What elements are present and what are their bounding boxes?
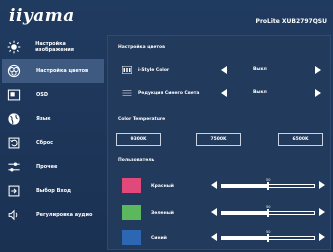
color-temp-title: Color Temperature xyxy=(118,117,166,122)
blue-label: Синий xyxy=(151,236,167,241)
i-style-row[interactable]: i-Style Color Выкл xyxy=(108,65,332,79)
green-slider[interactable]: 50 xyxy=(221,205,315,217)
sidebar-item-language[interactable]: Язык xyxy=(2,107,104,131)
green-value: 50 xyxy=(266,205,271,209)
sidebar-item-audio[interactable]: Регулировка аудио xyxy=(2,203,104,227)
blue-light-label: Редукция Синего Света xyxy=(138,91,200,96)
blue-light-row[interactable]: Редукция Синего Света Выкл xyxy=(108,88,332,102)
blue-slider-empty xyxy=(268,237,314,239)
blue-slider-fill xyxy=(222,237,268,239)
blue-light-prev-arrow[interactable] xyxy=(221,89,227,97)
i-style-label: i-Style Color xyxy=(138,68,170,73)
red-increase-arrow[interactable] xyxy=(319,181,325,189)
sidebar-item-label: Сброс xyxy=(36,140,54,146)
sidebar-item-label: Регулировка аудио xyxy=(36,212,93,218)
blue-slider[interactable]: 50 xyxy=(221,230,315,242)
green-decrease-arrow[interactable] xyxy=(211,208,217,216)
sliders-icon xyxy=(2,158,26,176)
sidebar-item-input[interactable]: Выбор Вход xyxy=(2,179,104,203)
temp-9300k-button[interactable]: 9300K xyxy=(116,133,161,146)
green-swatch xyxy=(122,205,141,220)
osd-window: iiyama ProLite XUB2797QSU Настройка изоб… xyxy=(0,0,333,252)
green-slider-knob[interactable] xyxy=(267,209,269,217)
user-title: Пользователь xyxy=(118,158,155,163)
red-decrease-arrow[interactable] xyxy=(211,181,217,189)
color-settings-panel: Настройка цветов i-Style Color Выкл Реду… xyxy=(107,35,331,250)
model-name: ProLite XUB2797QSU xyxy=(255,18,327,25)
blue-channel-row[interactable]: Синий 50 xyxy=(108,230,332,250)
sidebar-item-label: OSD xyxy=(36,92,49,98)
panel-title: Настройка цветов xyxy=(118,45,165,50)
blue-light-value: Выкл xyxy=(253,90,267,95)
sidebar-item-label: Выбор Вход xyxy=(36,188,72,194)
i-style-next-arrow[interactable] xyxy=(315,66,321,74)
blue-light-icon xyxy=(122,90,132,96)
green-increase-arrow[interactable] xyxy=(319,208,325,216)
sidebar-item-label: Прочее xyxy=(36,164,58,170)
temp-7500k-button[interactable]: 7500K xyxy=(196,133,241,146)
i-style-icon xyxy=(122,66,132,74)
blue-slider-knob[interactable] xyxy=(267,234,269,242)
i-style-value: Выкл xyxy=(253,67,267,72)
blue-light-next-arrow[interactable] xyxy=(315,89,321,97)
red-channel-row[interactable]: Красный 50 xyxy=(108,178,332,198)
speaker-icon xyxy=(2,206,26,224)
sidebar-item-label: Настройка изображения xyxy=(35,41,74,53)
green-slider-empty xyxy=(268,212,314,214)
reset-icon xyxy=(2,134,26,152)
sidebar-item-osd[interactable]: OSD xyxy=(2,83,104,107)
green-channel-row[interactable]: Зеленый 50 xyxy=(108,205,332,225)
blue-decrease-arrow[interactable] xyxy=(211,233,217,241)
input-icon xyxy=(2,182,26,200)
color-palette-icon xyxy=(2,62,26,80)
red-label: Красный xyxy=(151,184,174,189)
sidebar-item-color[interactable]: Настройка цветов xyxy=(2,59,104,83)
green-slider-fill xyxy=(222,212,268,214)
temp-6500k-button[interactable]: 6500K xyxy=(278,133,323,146)
red-slider-empty xyxy=(268,185,314,187)
red-slider[interactable]: 50 xyxy=(221,178,315,190)
brightness-icon xyxy=(2,38,25,56)
red-slider-knob[interactable] xyxy=(267,182,269,190)
sidebar-item-picture[interactable]: Настройка изображения xyxy=(2,35,104,59)
green-label: Зеленый xyxy=(151,211,174,216)
blue-value: 50 xyxy=(266,230,271,234)
blue-increase-arrow[interactable] xyxy=(319,233,325,241)
i-style-prev-arrow[interactable] xyxy=(221,66,227,74)
globe-icon xyxy=(2,110,26,128)
sidebar: Настройка изображения Настройка цветов O… xyxy=(2,35,104,250)
brand-logo: iiyama xyxy=(9,6,75,26)
sidebar-item-label: Настройка цветов xyxy=(36,68,89,74)
sidebar-item-misc[interactable]: Прочее xyxy=(2,155,104,179)
blue-swatch xyxy=(122,230,141,245)
red-value: 50 xyxy=(266,178,271,182)
red-swatch xyxy=(122,178,141,193)
osd-icon xyxy=(2,86,26,104)
sidebar-item-reset[interactable]: Сброс xyxy=(2,131,104,155)
sidebar-item-label: Язык xyxy=(36,116,51,122)
red-slider-fill xyxy=(222,185,268,187)
